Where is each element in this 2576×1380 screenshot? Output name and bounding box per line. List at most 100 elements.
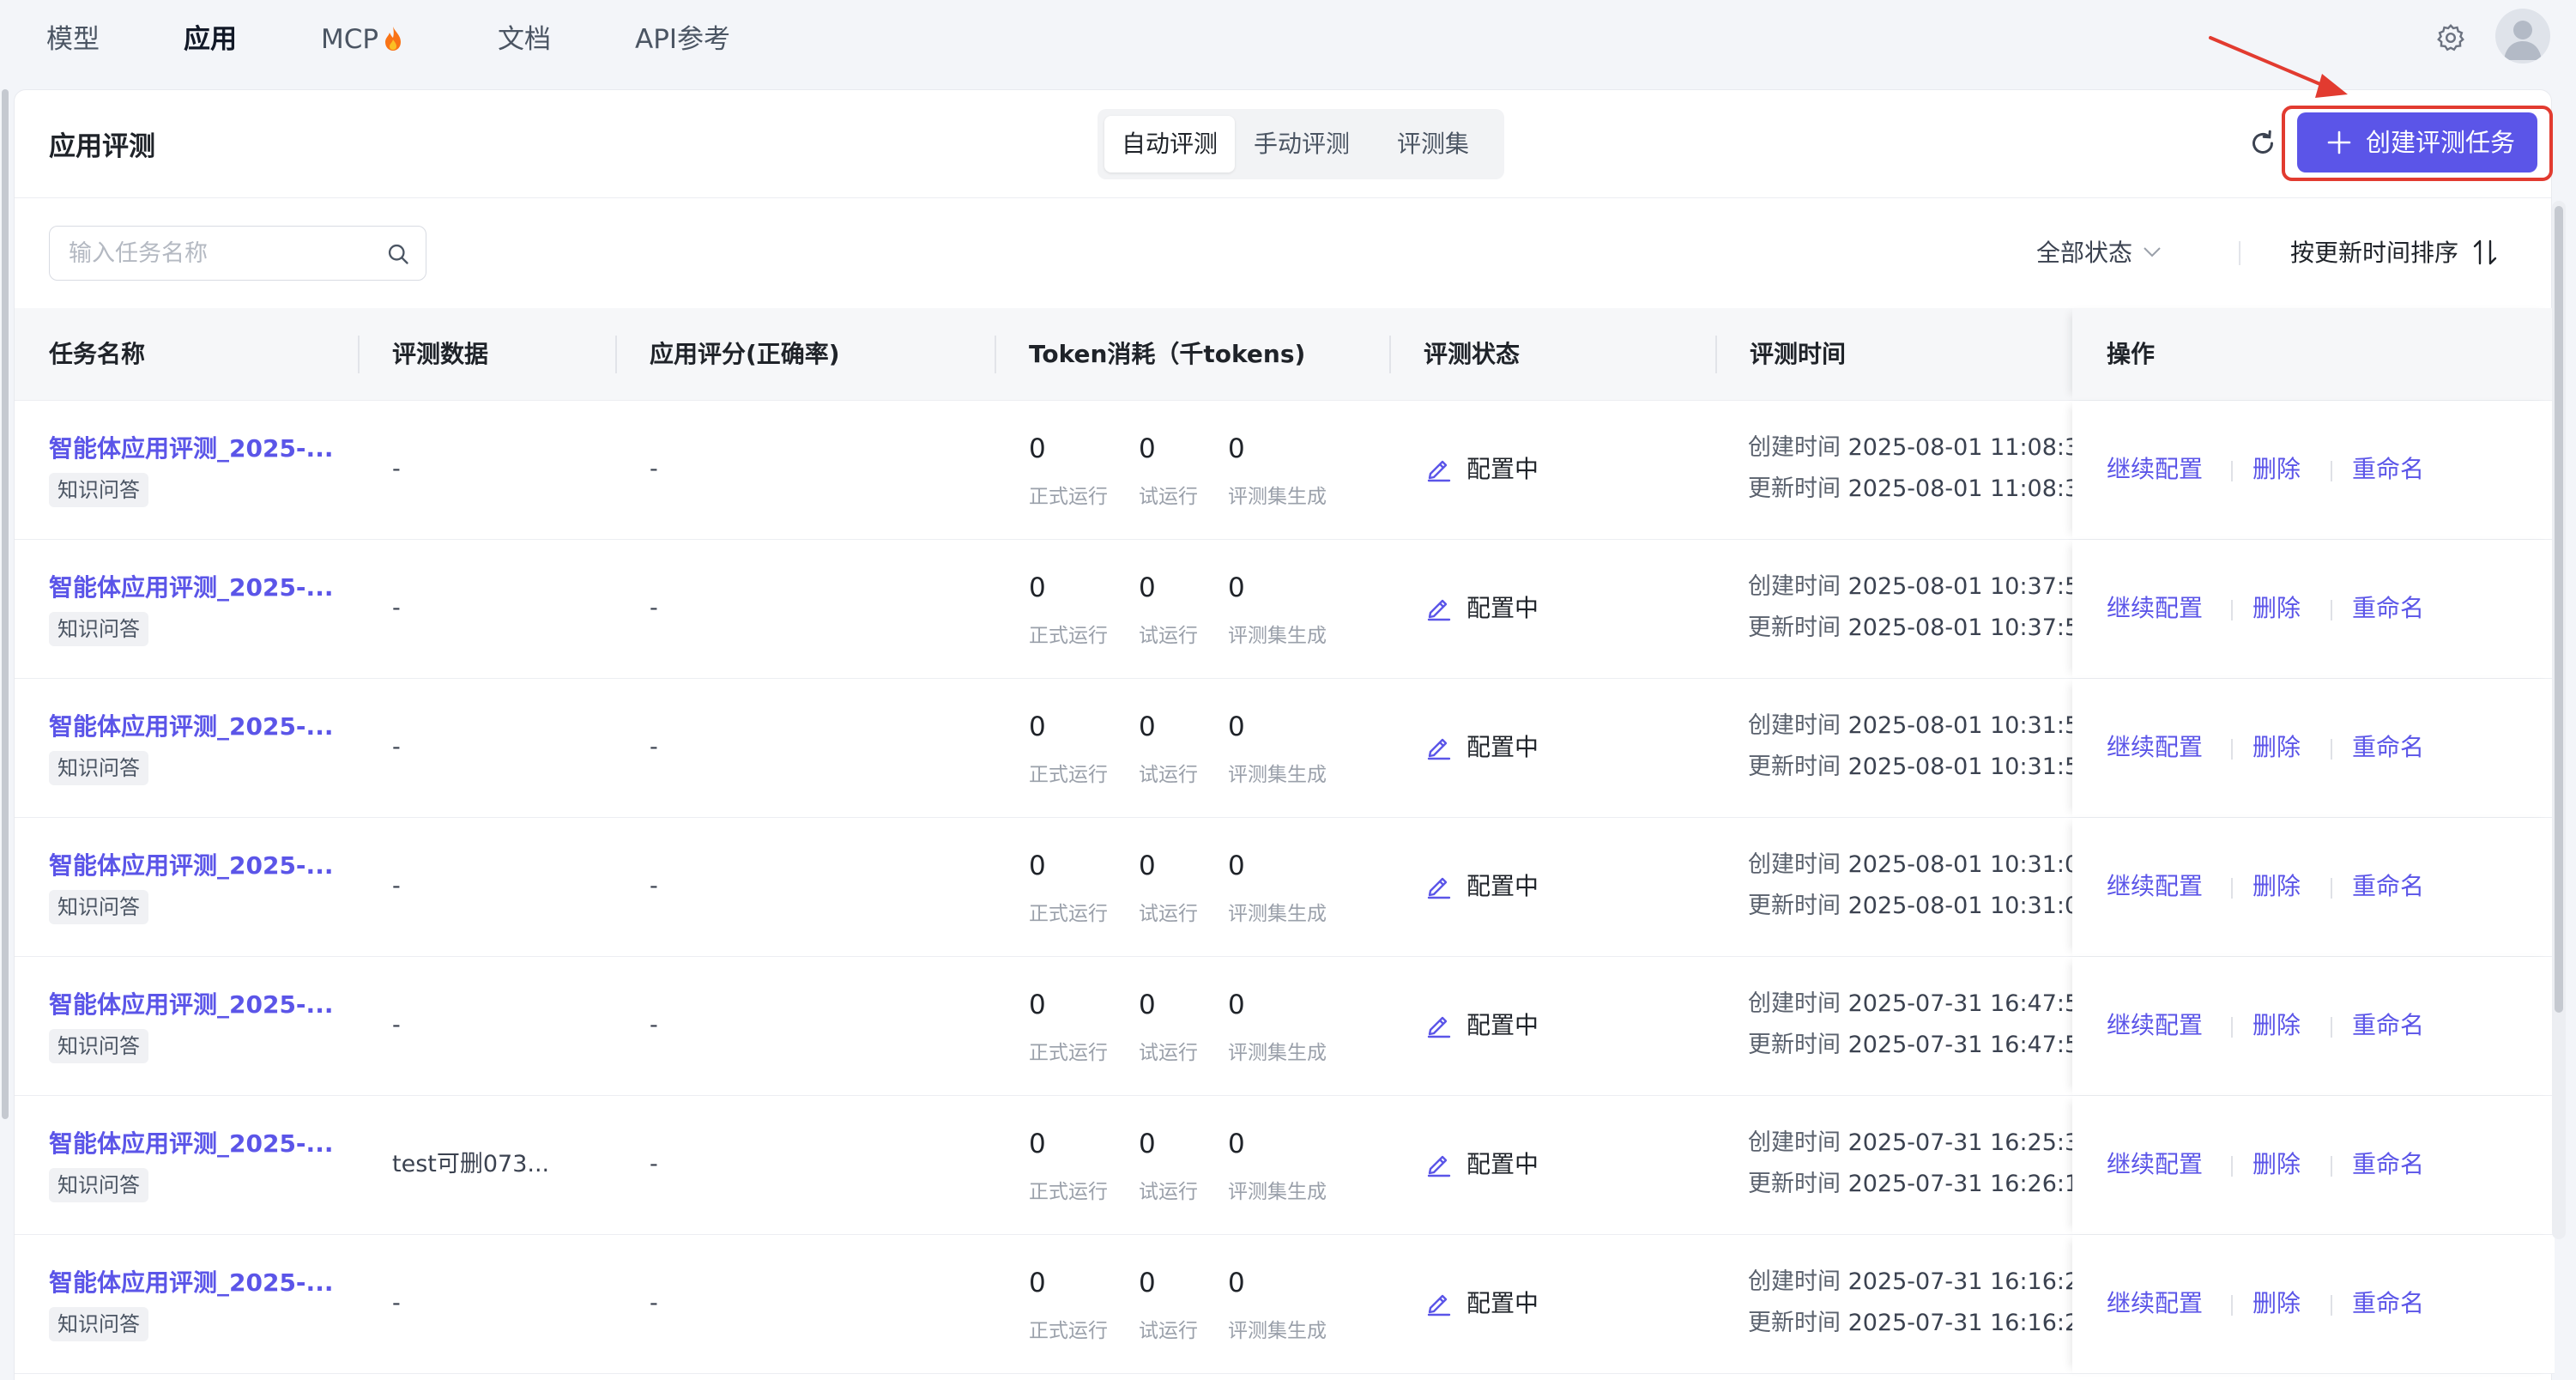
- rename-link[interactable]: 重命名: [2352, 869, 2424, 904]
- token-trial-run-label: 试运行: [1139, 903, 1198, 925]
- continue-config-link[interactable]: 继续配置: [2107, 730, 2203, 765]
- task-name-link[interactable]: 智能体应用评测_2025-...: [49, 430, 333, 464]
- continue-config-link[interactable]: 继续配置: [2107, 591, 2203, 626]
- continue-config-link[interactable]: 继续配置: [2107, 869, 2203, 904]
- created-time-value: 2025-08-01 10:37:57: [1847, 573, 2095, 600]
- sort-by-update-time-button[interactable]: 按更新时间排序: [2290, 236, 2498, 270]
- tab-auto-eval[interactable]: 自动评测: [1104, 116, 1235, 172]
- continue-config-link[interactable]: 继续配置: [2107, 1147, 2203, 1182]
- task-name-link[interactable]: 智能体应用评测_2025-...: [49, 708, 333, 742]
- token-eval-set-gen-value: 0: [1228, 1129, 1245, 1159]
- nav-item-docs[interactable]: 文档: [498, 19, 551, 60]
- delete-link[interactable]: 删除: [2252, 591, 2301, 626]
- task-type-tag: 知识问答: [49, 1307, 148, 1341]
- column-separator: [1389, 336, 1391, 373]
- rename-link[interactable]: 重命名: [2352, 1008, 2424, 1043]
- delete-link[interactable]: 删除: [2252, 730, 2301, 765]
- token-formal-run-label: 正式运行: [1029, 1042, 1108, 1064]
- nav-item-apps[interactable]: 应用: [184, 19, 237, 60]
- updated-time-label: 更新时间: [1748, 614, 1841, 641]
- token-eval-set-gen-value: 0: [1228, 711, 1245, 742]
- tab-manual-eval[interactable]: 手动评测: [1237, 116, 1367, 172]
- tab-eval-set[interactable]: 评测集: [1369, 116, 1497, 172]
- op-separator: [2231, 1156, 2233, 1177]
- op-separator: [2231, 739, 2233, 760]
- op-separator: [2331, 461, 2332, 481]
- task-type-tag: 知识问答: [49, 1168, 148, 1202]
- token-eval-set-gen-label: 评测集生成: [1228, 1042, 1327, 1064]
- op-separator: [2231, 878, 2233, 899]
- created-time-value: 2025-08-01 10:31:56: [1847, 712, 2095, 739]
- token-trial-run-value: 0: [1139, 850, 1156, 881]
- app-score-cell: -: [650, 595, 658, 621]
- token-eval-set-gen-value: 0: [1228, 990, 1245, 1020]
- th-eval-time: 评测时间: [1750, 340, 1847, 368]
- token-formal-run-label: 正式运行: [1029, 1320, 1108, 1342]
- rename-link[interactable]: 重命名: [2352, 1286, 2424, 1321]
- updated-time-value: 2025-07-31 16:26:15: [1847, 1171, 2095, 1197]
- token-trial-run-label: 试运行: [1139, 1181, 1198, 1203]
- rename-link[interactable]: 重命名: [2352, 730, 2424, 765]
- token-trial-run-label: 试运行: [1139, 1320, 1198, 1342]
- updated-time: 更新时间 2025-08-01 10:31:56: [1748, 748, 2094, 781]
- created-time-label: 创建时间: [1748, 434, 1841, 461]
- task-type-tag: 知识问答: [49, 612, 148, 646]
- status-filter-dropdown[interactable]: 全部状态: [2036, 236, 2162, 270]
- avatar[interactable]: [2495, 9, 2550, 64]
- rename-link[interactable]: 重命名: [2352, 452, 2424, 487]
- rename-link[interactable]: 重命名: [2352, 1147, 2424, 1182]
- continue-config-link[interactable]: 继续配置: [2107, 1008, 2203, 1043]
- search-icon[interactable]: [386, 242, 410, 266]
- delete-link[interactable]: 删除: [2252, 1286, 2301, 1321]
- search-input[interactable]: [69, 227, 378, 280]
- created-time: 创建时间 2025-08-01 11:08:30: [1748, 428, 2094, 462]
- task-name-link[interactable]: 智能体应用评测_2025-...: [49, 1125, 333, 1159]
- task-name-link[interactable]: 智能体应用评测_2025-...: [49, 847, 333, 881]
- continue-config-link[interactable]: 继续配置: [2107, 1286, 2203, 1321]
- eval-status-label: 配置中: [1466, 455, 1539, 483]
- task-name-link[interactable]: 智能体应用评测_2025-...: [49, 569, 333, 603]
- created-time-label: 创建时间: [1748, 990, 1841, 1017]
- delete-link[interactable]: 删除: [2252, 869, 2301, 904]
- gear-icon[interactable]: [2435, 22, 2466, 53]
- ops-cell: 继续配置 删除 重命名: [2072, 540, 2555, 678]
- table-row: 智能体应用评测_2025-... 知识问答 test可删073... - 0 正…: [15, 1096, 2555, 1235]
- op-separator: [2331, 1295, 2332, 1316]
- updated-time-value: 2025-07-31 16:47:54: [1847, 1032, 2095, 1058]
- op-separator: [2231, 1017, 2233, 1038]
- updated-time-value: 2025-07-31 16:16:24: [1847, 1310, 2095, 1336]
- delete-link[interactable]: 删除: [2252, 1008, 2301, 1043]
- nav-item-mcp[interactable]: MCP: [321, 19, 402, 60]
- updated-time: 更新时间 2025-07-31 16:47:54: [1748, 1026, 2094, 1059]
- delete-link[interactable]: 删除: [2252, 452, 2301, 487]
- eval-status-cell: 配置中: [1425, 1147, 1539, 1182]
- updated-time-value: 2025-08-01 11:08:30: [1847, 475, 2095, 502]
- task-name-link[interactable]: 智能体应用评测_2025-...: [49, 986, 333, 1020]
- token-trial-run-value: 0: [1139, 711, 1156, 742]
- token-formal-run-value: 0: [1029, 572, 1046, 603]
- edit-icon: [1427, 599, 1451, 621]
- page-scrollbar[interactable]: [2, 89, 9, 1119]
- eval-status-label: 配置中: [1466, 594, 1539, 622]
- eval-data-cell: test可删073...: [392, 1151, 550, 1177]
- token-eval-set-gen-label: 评测集生成: [1228, 903, 1327, 925]
- created-time-label: 创建时间: [1748, 1129, 1841, 1156]
- refresh-icon[interactable]: [2247, 128, 2278, 159]
- rename-link[interactable]: 重命名: [2352, 591, 2424, 626]
- create-eval-task-button[interactable]: 创建评测任务: [2297, 112, 2537, 172]
- task-name-link[interactable]: 智能体应用评测_2025-...: [49, 1264, 333, 1298]
- th-app-score: 应用评分(正确率): [650, 340, 840, 368]
- page-title: 应用评测: [49, 131, 155, 162]
- created-time-label: 创建时间: [1748, 851, 1841, 878]
- nav-item-models[interactable]: 模型: [46, 19, 100, 60]
- continue-config-link[interactable]: 继续配置: [2107, 452, 2203, 487]
- app-score-cell: -: [650, 1012, 658, 1038]
- table-scrollbar-thumb[interactable]: [2555, 206, 2563, 1013]
- delete-link[interactable]: 删除: [2252, 1147, 2301, 1182]
- created-time: 创建时间 2025-07-31 16:47:54: [1748, 984, 2094, 1018]
- op-separator: [2231, 1295, 2233, 1316]
- created-time-value: 2025-08-01 11:08:30: [1847, 434, 2095, 461]
- op-separator: [2331, 1017, 2332, 1038]
- nav-item-api-reference[interactable]: API参考: [635, 19, 730, 60]
- table-row: 智能体应用评测_2025-... 知识问答 - - 0 正式运行 0 试运行 0…: [15, 540, 2555, 679]
